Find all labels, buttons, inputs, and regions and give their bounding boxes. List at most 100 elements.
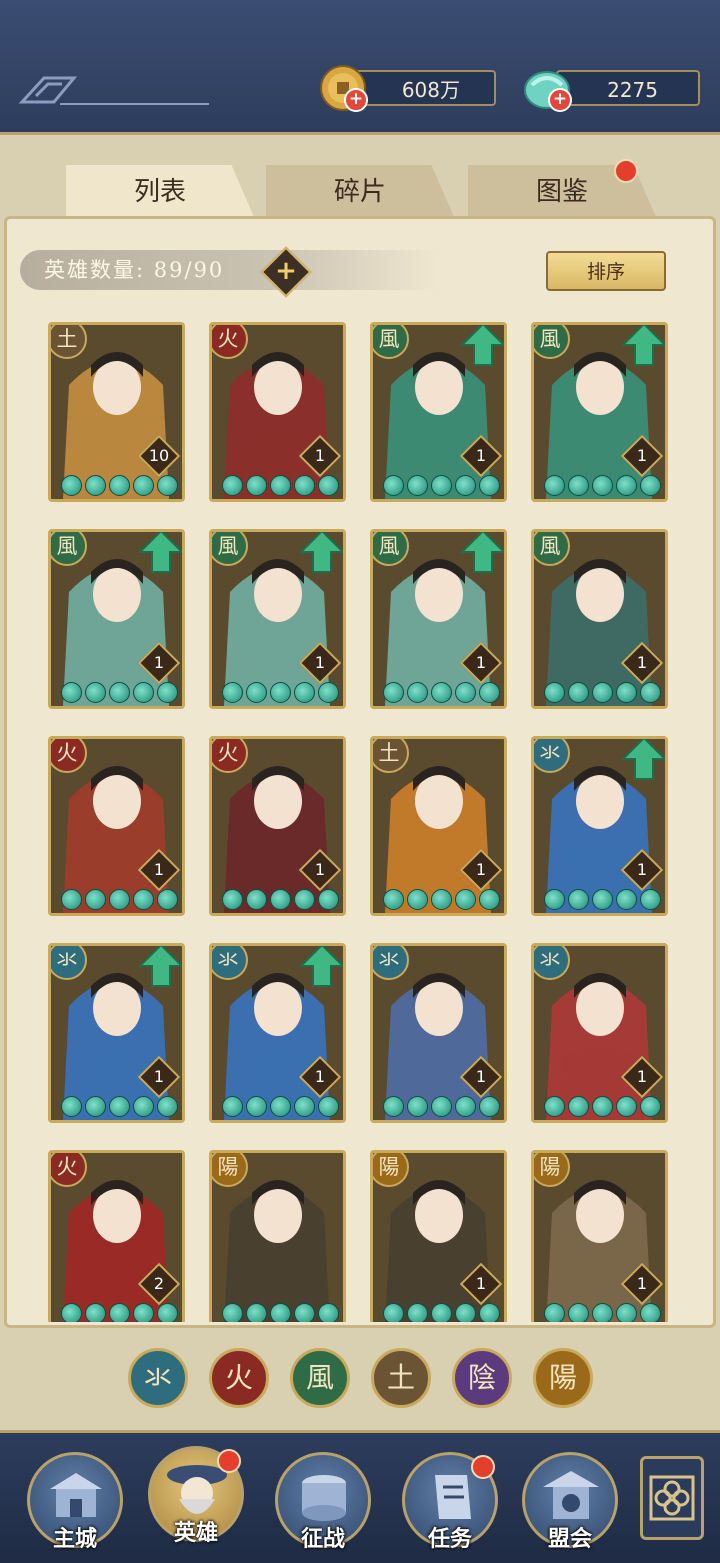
jade-star-icon	[592, 889, 613, 910]
jade-star-icon	[383, 889, 404, 910]
tab-codex[interactable]: 图鉴	[468, 159, 656, 217]
nav-campaign[interactable]: 征战	[275, 1452, 371, 1552]
jade-star-icon	[222, 1303, 243, 1322]
add-jade-button[interactable]: +	[548, 88, 572, 112]
jade-star-icon	[544, 1096, 565, 1117]
filter-yang-button[interactable]: 陽	[533, 1348, 593, 1408]
palace-icon	[50, 1473, 102, 1517]
jade-star-icon	[133, 475, 154, 496]
jade-star-icon	[270, 682, 291, 703]
jade-star-icon	[455, 682, 476, 703]
pattern-emblem-icon	[18, 76, 209, 105]
hero-card[interactable]: 氺1	[48, 943, 185, 1123]
hero-count-bar: 英雄数量: 89/90 +	[20, 246, 440, 298]
jade-star-icon	[479, 475, 500, 496]
hero-card[interactable]: 土1	[370, 736, 507, 916]
add-coins-button[interactable]: +	[344, 88, 368, 112]
hero-card[interactable]: 風1	[370, 529, 507, 709]
notification-badge	[471, 1455, 495, 1479]
expand-capacity-button[interactable]: +	[260, 246, 312, 298]
hero-card[interactable]: 火2	[48, 1150, 185, 1322]
jade-star-icon	[246, 1303, 267, 1322]
hero-card[interactable]: 風1	[209, 529, 346, 709]
nav-main-city[interactable]: 主城	[27, 1452, 123, 1552]
notification-badge	[614, 159, 638, 183]
filter-earth-button[interactable]: 土	[371, 1348, 431, 1408]
jade-star-icon	[568, 1303, 589, 1322]
jade-star-icon	[640, 1303, 661, 1322]
star-rating	[383, 682, 500, 704]
jade-star-icon	[592, 1303, 613, 1322]
jade-star-icon	[431, 1303, 452, 1322]
tab-fragments[interactable]: 碎片	[266, 165, 454, 217]
jade-star-icon	[568, 475, 589, 496]
more-menu-button[interactable]	[640, 1456, 704, 1540]
jade-star-icon	[109, 475, 130, 496]
filter-wind-button[interactable]: 風	[290, 1348, 350, 1408]
jade-star-icon	[616, 682, 637, 703]
jade-star-icon	[85, 889, 106, 910]
nav-heroes[interactable]: 英雄	[148, 1446, 244, 1546]
filter-water-button[interactable]: 氺	[128, 1348, 188, 1408]
hero-card[interactable]: 陽	[209, 1150, 346, 1322]
jade-star-icon	[544, 682, 565, 703]
hero-card[interactable]: 火1	[209, 322, 346, 502]
jade-star-icon	[640, 889, 661, 910]
jade-star-icon	[294, 1096, 315, 1117]
star-rating	[222, 1303, 339, 1322]
hero-card[interactable]: 風1	[370, 322, 507, 502]
hero-card[interactable]: 陽1	[531, 1150, 668, 1322]
jade-star-icon	[407, 889, 428, 910]
jade-star-icon	[431, 889, 452, 910]
drum-icon	[302, 1475, 346, 1521]
jade-star-icon	[109, 889, 130, 910]
filter-yin-button[interactable]: 陰	[452, 1348, 512, 1408]
upgrade-arrow-icon	[460, 532, 504, 573]
hero-card[interactable]: 火1	[209, 736, 346, 916]
star-rating	[61, 682, 178, 704]
filter-fire-button[interactable]: 火	[209, 1348, 269, 1408]
hero-card[interactable]: 氺1	[531, 736, 668, 916]
nav-quests[interactable]: 任务	[402, 1452, 498, 1552]
hero-card[interactable]: 氺1	[370, 943, 507, 1123]
jade-star-icon	[294, 682, 315, 703]
jade-star-icon	[383, 475, 404, 496]
hero-card[interactable]: 氺1	[531, 943, 668, 1123]
hero-card[interactable]: 氺1	[209, 943, 346, 1123]
nav-alliance[interactable]: 盟会	[522, 1452, 618, 1552]
jade-star-icon	[616, 475, 637, 496]
jade-star-icon	[222, 889, 243, 910]
jade-star-icon	[383, 682, 404, 703]
hero-count-text: 英雄数量: 89/90	[44, 258, 225, 282]
jade-star-icon	[246, 889, 267, 910]
upgrade-arrow-icon	[299, 532, 343, 573]
star-rating	[222, 475, 339, 497]
pavilion-icon	[543, 1471, 599, 1519]
jade-star-icon	[455, 1096, 476, 1117]
jade-star-icon	[383, 1303, 404, 1322]
jade-star-icon	[85, 475, 106, 496]
hero-card[interactable]: 火1	[48, 736, 185, 916]
coins-resource: 608万 +	[318, 65, 498, 112]
upgrade-arrow-icon	[460, 325, 504, 366]
hero-card[interactable]: 土 10	[48, 322, 185, 502]
jade-star-icon	[431, 475, 452, 496]
hero-card[interactable]: 風1	[48, 529, 185, 709]
jade-star-icon	[109, 682, 130, 703]
sort-button[interactable]: 排序	[546, 251, 666, 291]
hero-card[interactable]: 風1	[531, 322, 668, 502]
jade-star-icon	[157, 1303, 178, 1322]
hero-card[interactable]: 陽1	[370, 1150, 507, 1322]
jade-star-icon	[157, 1096, 178, 1117]
star-rating	[222, 889, 339, 911]
star-rating	[222, 682, 339, 704]
star-rating	[61, 889, 178, 911]
jade-star-icon	[85, 1096, 106, 1117]
jade-star-icon	[455, 475, 476, 496]
star-rating	[383, 1096, 500, 1118]
jade-star-icon	[133, 682, 154, 703]
jade-star-icon	[455, 889, 476, 910]
jade-star-icon	[61, 682, 82, 703]
tab-list[interactable]: 列表	[66, 165, 254, 217]
hero-card[interactable]: 風1	[531, 529, 668, 709]
